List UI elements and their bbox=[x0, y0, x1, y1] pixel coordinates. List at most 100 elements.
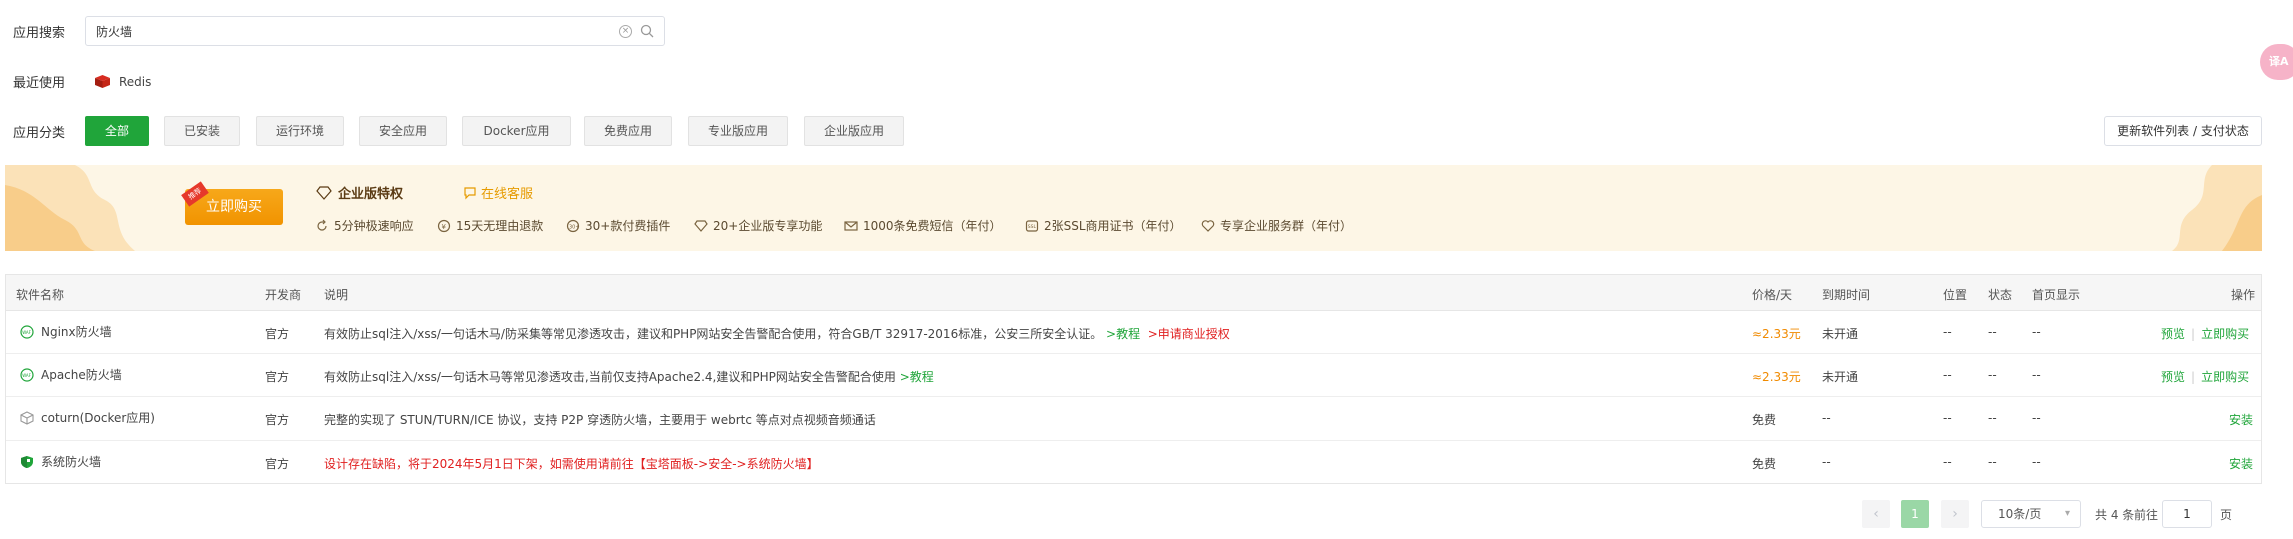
description: 有效防止sql注入/xss/一句话木马等常见渗透攻击,当前仅支持Apache2.… bbox=[324, 368, 934, 385]
chat-icon bbox=[464, 186, 476, 199]
app-name-cell: WAF Nginx防火墙 bbox=[20, 323, 112, 340]
waf-icon: WAF bbox=[20, 324, 34, 339]
preview-button[interactable]: 预览 bbox=[2161, 370, 2185, 384]
total-count: 共 4 条 bbox=[2095, 508, 2135, 522]
app-name: coturn(Docker应用) bbox=[41, 411, 155, 425]
buy-button[interactable]: 立即购买 bbox=[2201, 327, 2249, 341]
search-field[interactable]: × bbox=[85, 16, 665, 46]
banner-title: 企业版特权 bbox=[316, 183, 403, 202]
banner-title-text: 企业版特权 bbox=[338, 187, 404, 202]
category-runtime-button[interactable]: 运行环境 bbox=[256, 116, 344, 146]
svg-text:WAF: WAF bbox=[22, 373, 31, 378]
license-link[interactable]: >申请商业授权 bbox=[1148, 327, 1230, 341]
category-free-button[interactable]: 免费应用 bbox=[584, 116, 672, 146]
app-name: 系统防火墙 bbox=[41, 455, 102, 469]
home-display: -- bbox=[2032, 455, 2041, 469]
table-header: 软件名称 开发商 说明 价格/天 到期时间 位置 状态 首页显示 操作 bbox=[6, 275, 2261, 311]
expire: -- bbox=[1822, 455, 1831, 469]
install-button[interactable]: 安装 bbox=[2229, 411, 2253, 428]
feature-exclusive: 20+企业版专享功能 bbox=[694, 217, 822, 234]
category-docker-button[interactable]: Docker应用 bbox=[462, 116, 571, 146]
translate-float-button[interactable]: 译A bbox=[2260, 44, 2293, 80]
expire: 未开通 bbox=[1822, 370, 1859, 384]
status: -- bbox=[1988, 455, 1997, 469]
online-service-label: 在线客服 bbox=[481, 187, 534, 202]
search-icon[interactable] bbox=[640, 24, 654, 38]
header-ops: 操作 bbox=[2231, 288, 2256, 302]
software-table: 软件名称 开发商 说明 价格/天 到期时间 位置 状态 首页显示 操作 WAF … bbox=[5, 274, 2262, 484]
buy-now-button[interactable]: 推荐 立即购买 bbox=[181, 181, 283, 225]
expire: -- bbox=[1822, 411, 1831, 425]
preview-button[interactable]: 预览 bbox=[2161, 327, 2185, 341]
page-1-button[interactable]: 1 bbox=[1901, 500, 1929, 528]
search-input[interactable] bbox=[96, 22, 596, 40]
page-unit-label: 页 bbox=[2220, 508, 2233, 522]
description-text: 有效防止sql注入/xss/一句话木马/防采集等常见渗透攻击，建议和PHP网站安… bbox=[324, 327, 1103, 341]
online-service-link[interactable]: 在线客服 bbox=[463, 183, 533, 202]
status: -- bbox=[1988, 325, 1997, 339]
location: -- bbox=[1943, 411, 1952, 425]
tutorial-link[interactable]: >教程 bbox=[900, 370, 934, 384]
feature-plugins: 30+ 30+款付费插件 bbox=[566, 217, 670, 234]
header-price: 价格/天 bbox=[1752, 288, 1793, 302]
price: 免费 bbox=[1752, 413, 1777, 427]
chevron-down-icon: ▾ bbox=[2064, 508, 2070, 519]
price: 免费 bbox=[1752, 457, 1777, 471]
waf-icon: WAF bbox=[20, 367, 34, 382]
feature-label: 15天无理由退款 bbox=[456, 219, 544, 233]
category-enterprise-button[interactable]: 企业版应用 bbox=[804, 116, 904, 146]
prev-page-button[interactable]: ‹ bbox=[1862, 500, 1890, 528]
banner-decoration-left bbox=[5, 165, 135, 251]
clear-icon[interactable]: × bbox=[619, 25, 632, 38]
buy-button[interactable]: 立即购买 bbox=[2201, 370, 2249, 384]
location: -- bbox=[1943, 455, 1952, 469]
header-name: 软件名称 bbox=[16, 288, 65, 302]
feature-sms: 1000条免费短信（年付） bbox=[844, 217, 1002, 234]
refresh-icon bbox=[317, 219, 327, 231]
category-installed-button[interactable]: 已安装 bbox=[164, 116, 240, 146]
update-list-button[interactable]: 更新软件列表 / 支付状态 bbox=[2104, 116, 2262, 146]
feature-label: 5分钟极速响应 bbox=[334, 219, 414, 233]
recent-item-label: Redis bbox=[119, 74, 152, 89]
install-button[interactable]: 安装 bbox=[2229, 455, 2253, 472]
developer: 官方 bbox=[265, 327, 290, 341]
category-pro-button[interactable]: 专业版应用 bbox=[688, 116, 788, 146]
tutorial-link[interactable]: >教程 bbox=[1106, 327, 1140, 341]
diamond-icon bbox=[316, 185, 332, 200]
next-page-button[interactable]: › bbox=[1941, 500, 1969, 528]
location: -- bbox=[1943, 368, 1952, 382]
developer: 官方 bbox=[265, 413, 290, 427]
ops-cell: 预览 | 立即购买 bbox=[2161, 368, 2249, 385]
developer: 官方 bbox=[265, 370, 290, 384]
header-expire: 到期时间 bbox=[1822, 288, 1871, 302]
home-display: -- bbox=[2032, 325, 2041, 339]
feature-label: 30+款付费插件 bbox=[585, 219, 671, 233]
goto-label: 前往 bbox=[2134, 508, 2159, 522]
feature-label: 20+企业版专享功能 bbox=[713, 219, 823, 233]
feature-refund: ¥ 15天无理由退款 bbox=[437, 217, 543, 234]
ssl-icon: SSL bbox=[1025, 219, 1039, 232]
description-text: 有效防止sql注入/xss/一句话木马等常见渗透攻击,当前仅支持Apache2.… bbox=[324, 370, 896, 384]
translate-icon: 译A bbox=[2269, 55, 2289, 68]
description: 完整的实现了 STUN/TURN/ICE 协议，支持 P2P 穿透防火墙，主要用… bbox=[324, 413, 876, 427]
status: -- bbox=[1988, 368, 1997, 382]
location: -- bbox=[1943, 325, 1952, 339]
refund-icon: ¥ bbox=[437, 219, 451, 232]
cube-icon bbox=[20, 410, 34, 425]
recent-item-redis[interactable]: Redis bbox=[94, 74, 151, 89]
developer: 官方 bbox=[265, 457, 290, 471]
enterprise-banner: 推荐 立即购买 企业版特权 在线客服 5分钟极速响应 ¥ 15天无理由退款 30… bbox=[5, 165, 2262, 251]
recommend-ribbon: 推荐 bbox=[181, 181, 209, 207]
category-label: 应用分类 bbox=[13, 126, 66, 141]
svg-text:¥: ¥ bbox=[442, 223, 447, 231]
category-security-button[interactable]: 安全应用 bbox=[359, 116, 447, 146]
diamond-outline-icon bbox=[694, 219, 708, 232]
category-all-button[interactable]: 全部 bbox=[85, 116, 149, 146]
op-separator: | bbox=[2191, 370, 2196, 384]
goto-page-input[interactable]: 1 bbox=[2162, 500, 2212, 528]
page-size-select[interactable]: 10条/页 ▾ bbox=[1981, 500, 2081, 528]
header-location: 位置 bbox=[1943, 288, 1968, 302]
feature-label: 1000条免费短信（年付） bbox=[863, 219, 1002, 233]
plugin-icon: 30+ bbox=[566, 219, 580, 232]
table-row: 系统防火墙 官方 设计存在缺陷，将于2024年5月1日下架，如需使用请前往【宝塔… bbox=[6, 441, 2261, 484]
